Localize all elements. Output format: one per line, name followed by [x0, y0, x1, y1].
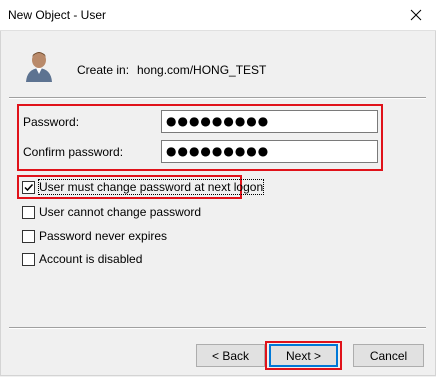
password-field[interactable]: ●●●●●●●●● — [161, 110, 378, 133]
create-in-value: hong.com/HONG_TEST — [137, 63, 267, 77]
confirm-password-field[interactable]: ●●●●●●●●● — [161, 140, 378, 163]
dialog-body — [0, 31, 436, 376]
checkbox-label: Account is disabled — [39, 252, 143, 266]
user-icon — [26, 52, 52, 82]
cannot-change-password-checkbox[interactable]: User cannot change password — [22, 205, 201, 219]
checkbox[interactable] — [22, 180, 35, 194]
separator — [9, 327, 426, 329]
cancel-button[interactable]: Cancel — [353, 344, 424, 367]
back-button[interactable]: < Back — [196, 344, 265, 367]
close-icon — [410, 9, 422, 21]
must-change-password-checkbox[interactable]: User must change password at next logon — [22, 179, 265, 195]
password-never-expires-checkbox[interactable]: Password never expires — [22, 229, 167, 243]
separator — [9, 97, 426, 99]
checkbox[interactable] — [22, 205, 35, 219]
account-disabled-checkbox[interactable]: Account is disabled — [22, 252, 142, 266]
checkbox-label: User cannot change password — [39, 205, 202, 219]
checkbox[interactable] — [22, 229, 35, 243]
password-label: Password: — [23, 115, 80, 129]
title-bar: New Object - User — [0, 0, 436, 31]
checkmark-icon — [24, 183, 34, 191]
checkbox[interactable] — [22, 252, 35, 266]
checkbox-label: Password never expires — [39, 229, 168, 243]
window-title: New Object - User — [8, 8, 107, 22]
checkbox-label: User must change password at next logon — [37, 179, 265, 195]
create-in-label: Create in: — [77, 63, 130, 77]
confirm-password-label: Confirm password: — [23, 145, 124, 159]
next-button[interactable]: Next > — [269, 344, 338, 367]
close-button[interactable] — [396, 0, 436, 30]
